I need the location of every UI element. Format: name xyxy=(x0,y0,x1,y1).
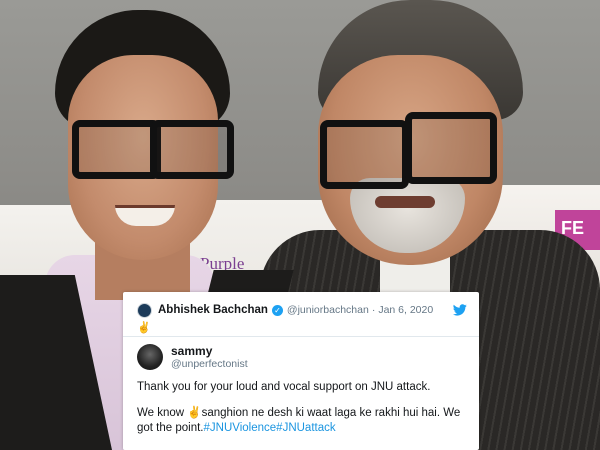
reply-avatar[interactable] xyxy=(137,344,163,370)
right-person-smile xyxy=(375,196,435,208)
card-divider xyxy=(123,336,479,337)
twitter-bird-icon[interactable] xyxy=(452,303,467,321)
tweet-card[interactable]: Abhishek Bachchan ✓ @juniorbachchan · Ja… xyxy=(123,292,479,450)
author-handle[interactable]: @juniorbachchan xyxy=(287,304,369,316)
right-person-glasses-right xyxy=(405,112,497,184)
reply-text-line2: We know ✌sanghion ne desh ki waat laga k… xyxy=(137,406,472,436)
tweet-date[interactable]: Jan 6, 2020 xyxy=(378,304,433,316)
reply-author-name[interactable]: sammy xyxy=(171,344,212,358)
hashtag-jnuviolence[interactable]: #JNUViolence xyxy=(204,422,277,434)
left-person-glasses-right xyxy=(150,120,234,179)
reply-author-handle[interactable]: @unperfectonist xyxy=(171,358,248,370)
author-name[interactable]: Abhishek Bachchan xyxy=(158,304,268,316)
left-person-glasses-left xyxy=(72,120,161,179)
author-avatar[interactable] xyxy=(137,302,152,318)
right-person-glasses-left xyxy=(320,120,409,189)
tweet-header: Abhishek Bachchan ✓ @juniorbachchan · Ja… xyxy=(137,300,467,320)
victory-emoji: ✌ xyxy=(137,322,151,334)
verified-badge-icon: ✓ xyxy=(271,304,283,316)
separator-dot: · xyxy=(371,304,376,316)
hashtag-jnuattack[interactable]: #JNUattack xyxy=(276,422,335,434)
reply-text-line1: Thank you for your loud and vocal suppor… xyxy=(137,381,431,393)
